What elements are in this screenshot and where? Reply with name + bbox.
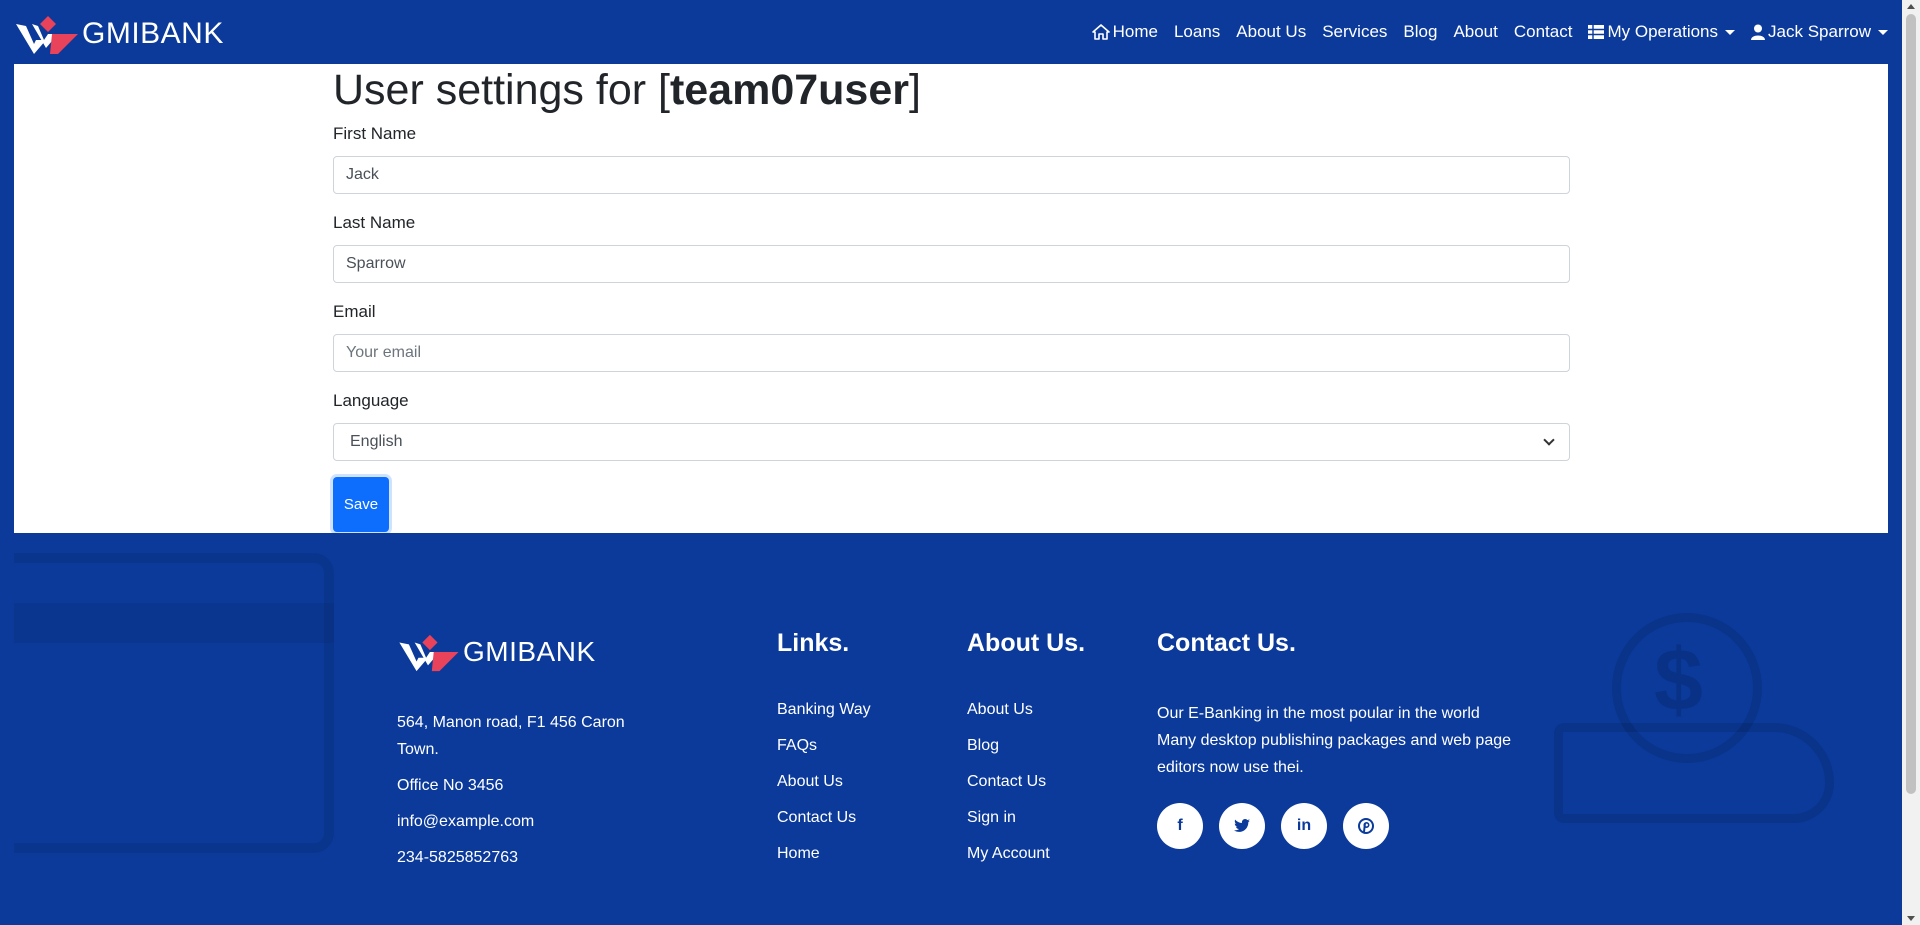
site-footer: $ GMIBANK 564, Manon road, F1 456 Caron … [14, 533, 1888, 925]
footer-email[interactable]: info@example.com [397, 808, 657, 835]
footer-link-about-us[interactable]: About Us [777, 772, 871, 791]
home-icon [1091, 24, 1110, 40]
settings-panel: User settings for [team07user] First Nam… [14, 64, 1888, 533]
last-name-field[interactable]: Sparrow [333, 245, 1570, 283]
footer-link-faqs[interactable]: FAQs [777, 736, 871, 755]
first-name-group: First Name Jack [333, 124, 1570, 194]
top-navbar: GMIBANK Home Loans About Us Services Blo… [0, 0, 1902, 64]
email-label: Email [333, 302, 376, 321]
brand-name: GMIBANK [82, 17, 224, 50]
footer-brand[interactable]: GMIBANK [397, 631, 596, 673]
settings-form: User settings for [team07user] First Nam… [333, 64, 1570, 532]
address-line: 564, Manon road, F1 456 Caron Town. [397, 714, 625, 758]
linkedin-icon[interactable]: in [1281, 803, 1327, 849]
footer-about-link-about-us[interactable]: About Us [967, 700, 1085, 719]
footer-links-col: Links. Banking Way FAQs About Us Contact… [777, 629, 871, 880]
title-prefix: User settings for [ [333, 66, 670, 114]
language-label: Language [333, 391, 409, 410]
page-scrollbar[interactable] [1902, 0, 1920, 925]
chevron-down-icon [1543, 434, 1555, 446]
dollar-bg-icon: $ [1654, 630, 1703, 729]
nav-my-operations[interactable]: My Operations [1588, 22, 1736, 42]
save-button[interactable]: Save [333, 477, 389, 532]
brand-logo[interactable]: GMIBANK [14, 12, 224, 56]
first-name-label: First Name [333, 124, 417, 143]
footer-link-home[interactable]: Home [777, 844, 871, 863]
hand-bg-icon [1554, 723, 1834, 823]
footer-brand-name: GMIBANK [463, 636, 596, 667]
scroll-up-arrow-icon[interactable] [1907, 4, 1915, 9]
footer-link-banking-way[interactable]: Banking Way [777, 700, 871, 719]
language-select-value: English [350, 433, 403, 450]
chevron-down-icon [1878, 29, 1888, 35]
footer-about-link-blog[interactable]: Blog [967, 736, 1085, 755]
gmibank-logo-icon [16, 16, 78, 54]
nav-home[interactable]: Home [1091, 22, 1158, 42]
title-username: team07user [669, 66, 909, 114]
title-suffix: ] [909, 66, 921, 114]
about-heading: About Us. [967, 629, 1086, 657]
links-list: Banking Way FAQs About Us Contact Us Hom… [777, 700, 871, 863]
email-field[interactable]: Your email [333, 334, 1570, 372]
gmibank-logo-icon [399, 634, 459, 672]
twitter-icon[interactable] [1219, 803, 1265, 849]
nav-services[interactable]: Services [1322, 22, 1387, 42]
language-select[interactable]: English [333, 423, 1570, 461]
language-group: Language English [333, 391, 1570, 461]
main-nav: Home Loans About Us Services Blog About … [1091, 0, 1888, 64]
pinterest-icon[interactable] [1343, 803, 1389, 849]
nav-about[interactable]: About [1453, 22, 1497, 42]
footer-contact-col: Contact Us. Our E-Banking in the most po… [1157, 629, 1517, 849]
scroll-down-arrow-icon[interactable] [1907, 916, 1915, 921]
nav-blog[interactable]: Blog [1403, 22, 1437, 42]
first-name-field[interactable]: Jack [333, 156, 1570, 194]
footer-about-col: About Us. About Us Blog Contact Us Sign … [967, 629, 1085, 880]
footer-link-contact-us[interactable]: Contact Us [777, 808, 871, 827]
contact-heading: Contact Us. [1157, 629, 1296, 657]
nav-my-operations-label: My Operations [1607, 22, 1719, 41]
card-stripe-decoration [14, 603, 334, 643]
nav-about-us[interactable]: About Us [1236, 22, 1306, 42]
table-icon [1588, 25, 1605, 39]
nav-contact[interactable]: Contact [1514, 22, 1573, 42]
nav-user-label: Jack Sparrow [1768, 22, 1871, 41]
chevron-down-icon [1725, 29, 1736, 35]
user-icon [1751, 24, 1766, 40]
footer-about-link-sign-in[interactable]: Sign in [967, 808, 1085, 827]
about-list: About Us Blog Contact Us Sign in My Acco… [967, 700, 1085, 863]
footer-address: 564, Manon road, F1 456 Caron Town. Offi… [397, 709, 657, 880]
last-name-label: Last Name [333, 213, 416, 232]
nav-user-menu[interactable]: Jack Sparrow [1751, 22, 1888, 42]
page-title: User settings for [team07user] [333, 64, 1570, 114]
social-links: f in [1157, 803, 1517, 849]
email-group: Email Your email [333, 302, 1570, 372]
footer-about-link-my-account[interactable]: My Account [967, 844, 1085, 863]
nav-home-label: Home [1112, 22, 1158, 41]
contact-description: Our E-Banking in the most poular in the … [1157, 705, 1512, 776]
last-name-group: Last Name Sparrow [333, 213, 1570, 283]
footer-phone[interactable]: 234-5825852763 [397, 844, 657, 871]
footer-about-link-contact-us[interactable]: Contact Us [967, 772, 1085, 791]
credit-card-bg-icon [14, 553, 334, 853]
links-heading: Links. [777, 629, 850, 657]
facebook-icon[interactable]: f [1157, 803, 1203, 849]
nav-loans[interactable]: Loans [1174, 22, 1220, 42]
office-number: Office No 3456 [397, 777, 504, 794]
scroll-thumb[interactable] [1906, 14, 1916, 794]
